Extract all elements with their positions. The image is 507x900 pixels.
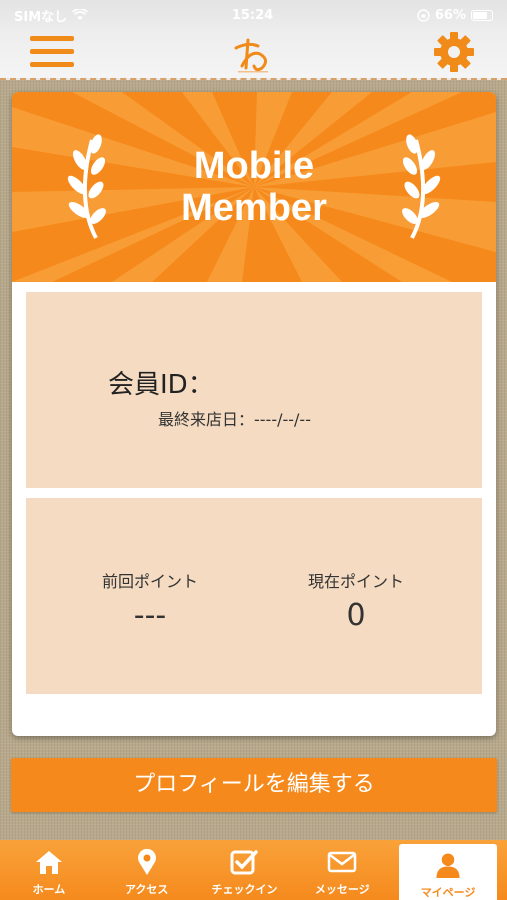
member-info-panel: 会員ID： 最終来店日：----/--/-- [26,292,482,488]
tab-access-label: アクセス [124,883,169,896]
orientation-lock-icon [417,8,430,22]
banner-title-line2: Member [181,187,327,229]
tab-mypage-label: マイページ [420,886,476,899]
tab-checkin[interactable]: チェックイン [196,840,294,900]
tab-access[interactable]: アクセス [98,840,196,900]
previous-points-value: --- [133,598,167,633]
current-points-label: 現在ポイント [307,572,404,591]
brand-logo [234,38,268,73]
envelope-icon [328,851,357,873]
banner-title-line1: Mobile [193,145,315,187]
current-points-value: 0 [346,598,366,633]
member-id-label: 会員ID： [108,370,214,400]
status-bar: SIMなし 15:24 66% [0,0,507,30]
checkin-icon [230,850,259,875]
tab-home[interactable]: ホーム [0,840,98,900]
tab-checkin-label: チェックイン [211,883,278,896]
wifi-icon [72,9,89,20]
gear-icon[interactable] [432,30,476,74]
tab-message-label: メッセージ [314,883,370,896]
user-icon [436,853,460,879]
battery-percent: 66% [434,7,466,23]
clock: 15:24 [231,7,274,23]
app-header: SIMなし 15:24 66% [0,0,507,80]
battery-icon [471,9,493,21]
member-card: Mobile Member 会員ID： 最終来店日：----/--/-- 前回ポ… [12,92,496,736]
points-panel: 前回ポイント --- 現在ポイント 0 [26,498,482,694]
edit-profile-button[interactable]: プロフィールを編集する [11,758,497,812]
tab-message[interactable]: メッセージ [293,840,391,900]
carrier-label: SIMなし [14,9,68,25]
previous-points-label: 前回ポイント [101,572,198,591]
home-icon [35,851,62,874]
hamburger-menu-icon[interactable] [30,36,74,70]
last-visit-date: 最終来店日：----/--/-- [158,410,311,429]
bottom-tab-bar: ホーム アクセス チェックイン メッセージ マイページ [0,840,507,900]
tab-mypage[interactable]: マイページ [399,844,497,900]
map-pin-icon [137,848,156,875]
mobile-member-banner: Mobile Member [12,92,496,282]
tab-home-label: ホーム [32,883,66,896]
